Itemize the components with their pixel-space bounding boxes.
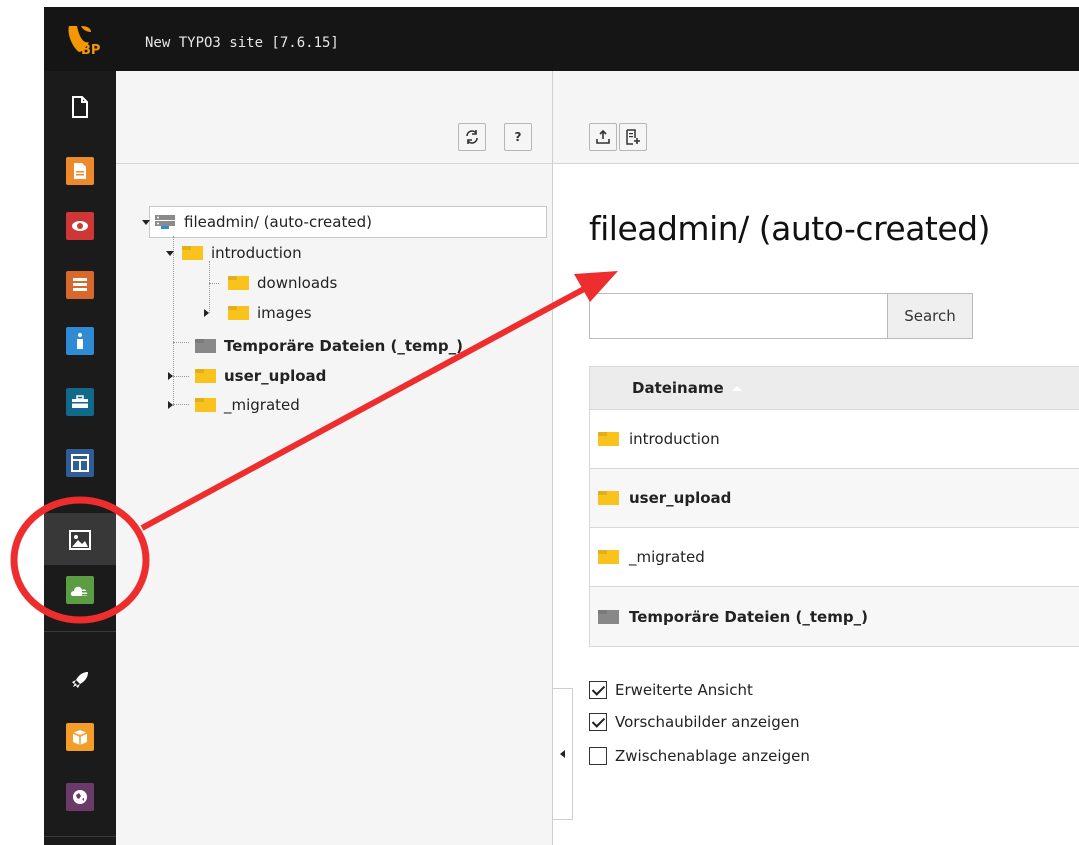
content-toolbar (553, 71, 1079, 164)
sort-asc-icon (731, 385, 742, 391)
module-info[interactable] (66, 327, 94, 355)
checkbox-unchecked[interactable] (589, 747, 607, 765)
tree-item-temp[interactable]: Temporäre Dateien (_temp_) (195, 336, 463, 356)
tree-item-user-upload[interactable]: user_upload (168, 366, 326, 386)
file-list-content: fileadmin/ (auto-created) Search Dateina… (553, 71, 1079, 845)
rocket-icon (72, 672, 88, 688)
tree-item-downloads[interactable]: downloads (228, 273, 337, 293)
folder-icon (598, 432, 619, 446)
typo3-logo[interactable]: BP (44, 7, 116, 71)
page-title: fileadmin/ (auto-created) (589, 209, 991, 248)
box-icon (72, 730, 88, 745)
tree-item-label: fileadmin/ (auto-created) (184, 213, 372, 231)
module-view[interactable] (66, 212, 94, 240)
briefcase-icon (72, 395, 88, 408)
module-rocket[interactable] (66, 666, 94, 694)
tree-item-migrated[interactable]: _migrated (168, 395, 300, 415)
table-row[interactable]: introduction (590, 410, 1079, 469)
folder-icon (195, 339, 216, 353)
table-row[interactable]: Temporäre Dateien (_temp_) (590, 587, 1079, 646)
file-name[interactable]: Temporäre Dateien (_temp_) (629, 608, 868, 626)
document-icon (72, 96, 88, 118)
tree-item-images[interactable]: images (204, 303, 312, 323)
file-name[interactable]: _migrated (629, 548, 705, 566)
eye-icon (72, 221, 88, 231)
module-template[interactable] (66, 449, 94, 477)
expand-icon[interactable] (204, 309, 209, 317)
folder-tree-panel: ? fileadmin/ (auto-created) introduction… (116, 71, 553, 845)
search-input[interactable] (589, 293, 888, 339)
page-icon (74, 163, 86, 179)
tree-item-label: _migrated (224, 396, 300, 414)
chevron-left-icon (560, 750, 565, 758)
option-label: Vorschaubilder anzeigen (615, 713, 800, 731)
tree-item-label: Temporäre Dateien (_temp_) (224, 337, 463, 355)
folder-icon (228, 276, 249, 290)
module-list-records[interactable] (66, 271, 94, 299)
tree-line (173, 342, 189, 343)
search-button[interactable]: Search (887, 293, 973, 339)
info-icon (77, 333, 83, 349)
logo-text: BP (81, 43, 101, 58)
cloud-icon (70, 586, 88, 596)
tree-collapse-toggle[interactable] (553, 688, 573, 820)
table-row[interactable]: user_upload (590, 469, 1079, 528)
module-separator (44, 631, 116, 632)
template-icon (71, 454, 89, 472)
folder-icon (598, 550, 619, 564)
folder-icon (228, 306, 249, 320)
tree-item-label: user_upload (224, 367, 327, 385)
checkbox-checked[interactable] (589, 681, 607, 699)
upload-button[interactable] (589, 123, 617, 151)
module-list[interactable] (66, 157, 94, 185)
module-cloud[interactable] (66, 576, 94, 604)
module-page[interactable] (66, 93, 94, 121)
table-header[interactable]: Dateiname (590, 367, 1079, 410)
checkbox-checked[interactable] (589, 713, 607, 731)
tree-line (209, 283, 219, 284)
folder-icon (195, 398, 216, 412)
upload-icon (596, 129, 610, 144)
storage-icon (155, 215, 175, 229)
file-name[interactable]: user_upload (629, 489, 731, 507)
list-icon (73, 278, 87, 291)
folder-open-icon (182, 246, 203, 260)
expand-icon[interactable] (168, 401, 173, 409)
module-extension[interactable] (66, 723, 94, 751)
top-bar: BP New TYPO3 site [7.6.15] (44, 7, 1079, 71)
folder-icon (195, 369, 216, 383)
globe-icon (73, 790, 87, 804)
tree-item-label: introduction (211, 244, 302, 262)
option-show-thumbnails[interactable]: Vorschaubilder anzeigen (589, 713, 799, 731)
new-file-icon (626, 129, 640, 145)
image-icon (69, 530, 91, 550)
folder-tree: fileadmin/ (auto-created) introduction d… (116, 71, 553, 845)
expand-icon[interactable] (168, 372, 173, 380)
option-extended-view[interactable]: Erweiterte Ansicht (589, 681, 753, 699)
module-globe[interactable] (66, 783, 94, 811)
module-filelist[interactable] (66, 526, 94, 554)
file-table: Dateiname introduction user_upload _migr… (589, 366, 1079, 647)
collapse-icon[interactable] (142, 219, 150, 225)
option-label: Zwischenablage anzeigen (615, 747, 810, 765)
tree-item-introduction[interactable]: introduction (166, 243, 302, 263)
tree-item-root[interactable]: fileadmin/ (auto-created) (142, 212, 372, 232)
option-label: Erweiterte Ansicht (615, 681, 753, 699)
module-menu (44, 71, 116, 845)
table-row[interactable]: _migrated (590, 528, 1079, 587)
collapse-icon[interactable] (166, 250, 174, 256)
tree-item-label: images (257, 304, 312, 322)
page: BP New TYPO3 site [7.6.15] ? fileadmin/ … (0, 0, 1079, 845)
folder-icon (598, 609, 619, 624)
new-file-button[interactable] (619, 123, 647, 151)
folder-icon (598, 491, 619, 505)
option-show-clipboard[interactable]: Zwischenablage anzeigen (589, 747, 810, 765)
tree-item-label: downloads (257, 274, 338, 292)
module-separator-bottom (44, 836, 116, 837)
file-name[interactable]: introduction (629, 430, 720, 448)
site-title: New TYPO3 site [7.6.15] (145, 35, 339, 51)
module-functions[interactable] (66, 388, 94, 416)
column-header-filename[interactable]: Dateiname (632, 379, 724, 397)
